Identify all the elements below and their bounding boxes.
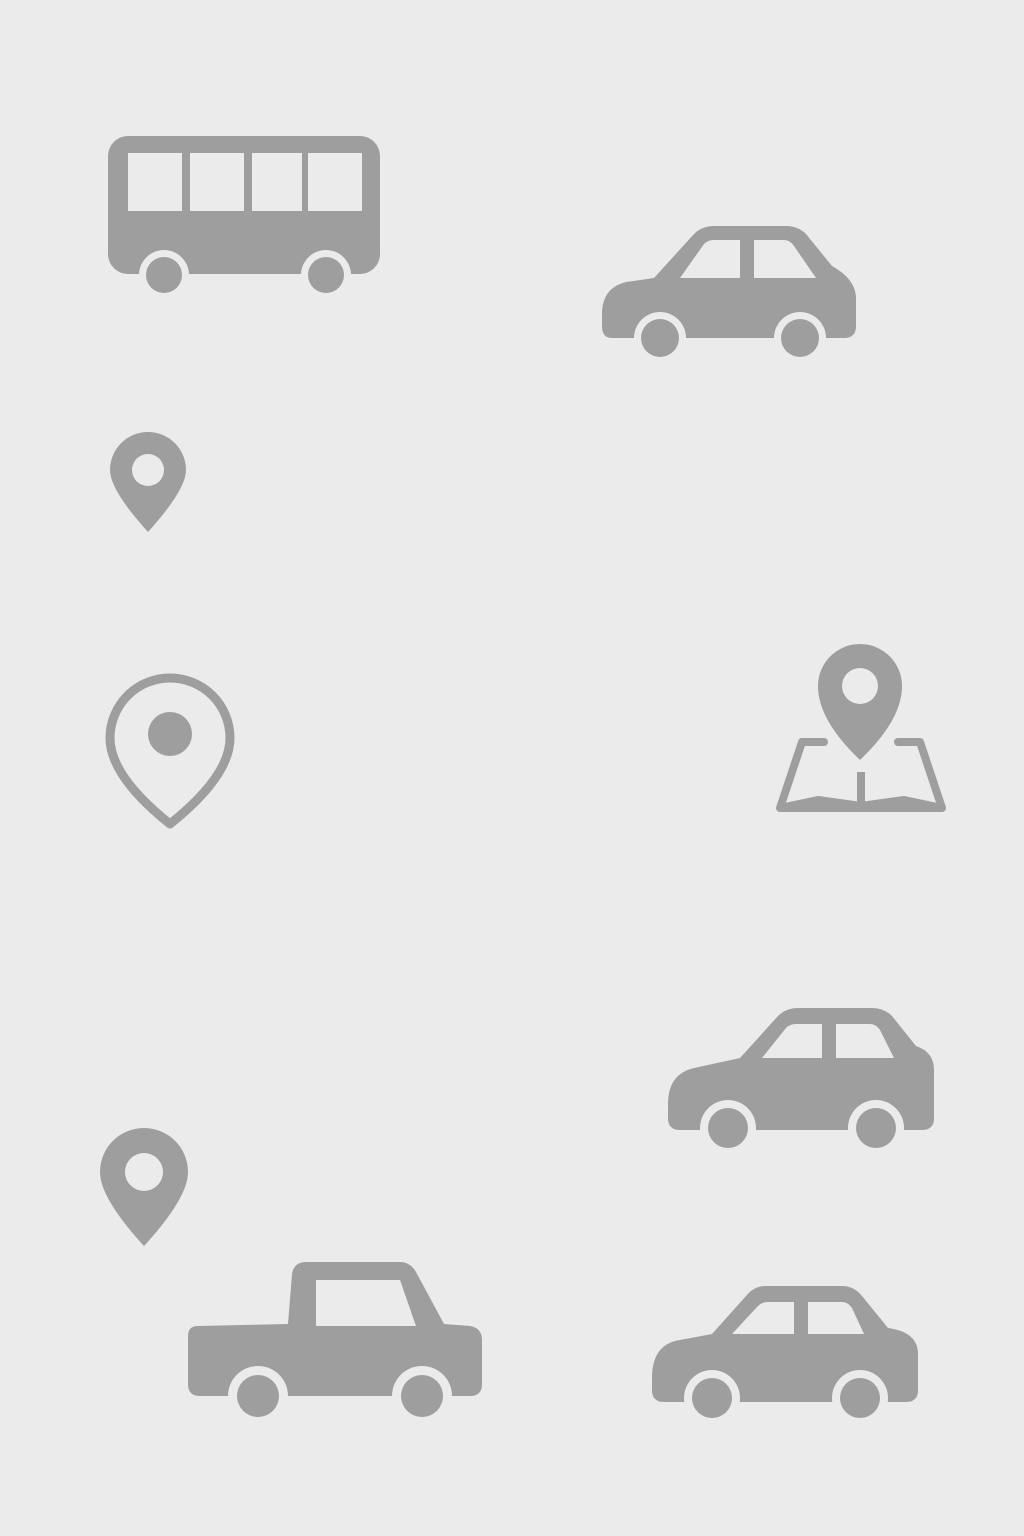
location-pin-icon xyxy=(108,432,188,534)
location-pin-icon xyxy=(98,1128,190,1248)
car-icon xyxy=(650,1284,922,1426)
icon-pattern-canvas: { "colors": { "background": "#ebebeb", "… xyxy=(0,0,1024,1536)
map-pin-icon xyxy=(776,640,946,816)
bus-icon xyxy=(108,136,380,296)
location-pin-outline-icon xyxy=(104,672,236,832)
car-icon xyxy=(598,226,858,362)
pickup-truck-icon xyxy=(188,1260,484,1424)
car-icon xyxy=(666,1008,936,1152)
